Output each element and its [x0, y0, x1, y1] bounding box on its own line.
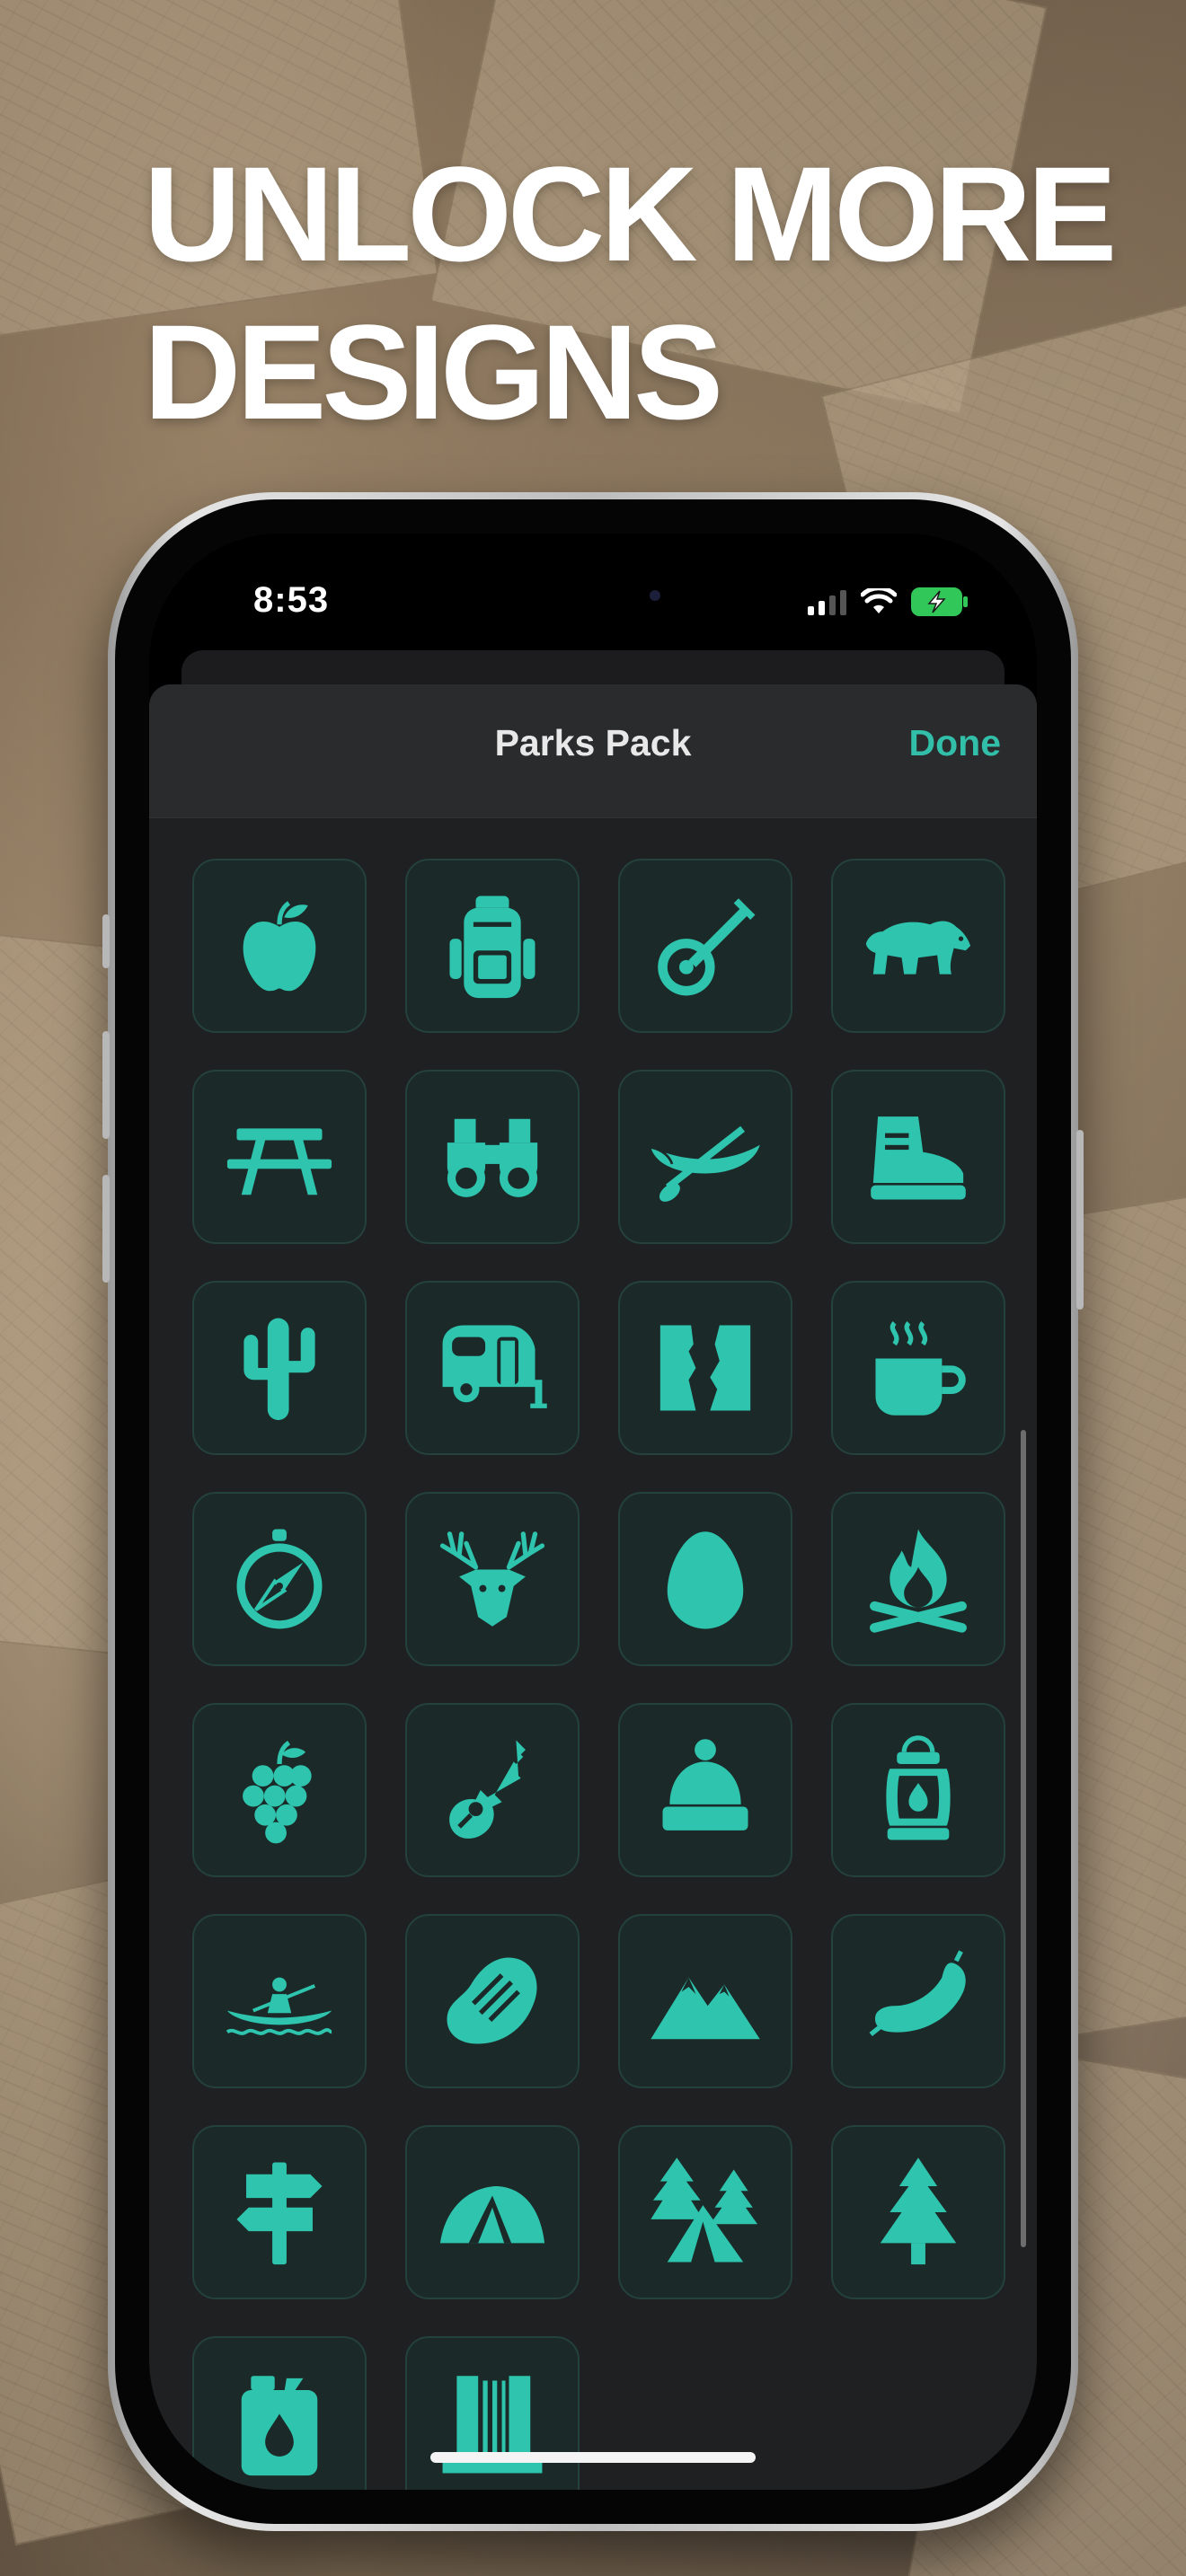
binoculars-icon	[447, 1118, 538, 1197]
lantern-icon	[886, 1735, 951, 1840]
icon-tile-grapes[interactable]	[192, 1703, 367, 1877]
wifi-icon	[861, 588, 897, 613]
egg-icon	[667, 1531, 744, 1629]
icon-tile-fuel-can[interactable]	[192, 2336, 367, 2490]
cellular-signal-icon	[808, 588, 846, 615]
picnic-table-icon	[226, 1128, 332, 1195]
icon-grid	[192, 859, 1006, 2490]
icon-tile-cactus[interactable]	[192, 1281, 367, 1455]
icon-tile-canyon[interactable]	[618, 1281, 792, 1455]
cactus-icon	[243, 1318, 315, 1421]
campfire-icon	[870, 1529, 967, 1633]
icon-tile-guitar[interactable]	[405, 1703, 580, 1877]
dynamic-island	[472, 560, 714, 631]
compass-icon	[236, 1529, 323, 1629]
done-button[interactable]: Done	[909, 722, 1002, 764]
icon-tile-steak[interactable]	[405, 1914, 580, 2088]
signpost-icon	[236, 2162, 323, 2265]
camper-trailer-icon	[442, 1325, 547, 1408]
canoe-icon	[650, 1125, 760, 1202]
sausage-icon	[869, 1950, 966, 2037]
icon-tile-waterfall[interactable]	[405, 2336, 580, 2490]
icon-tile-banjo[interactable]	[618, 859, 792, 1033]
backpack-icon	[449, 895, 535, 999]
icon-tile-beanie[interactable]	[618, 1703, 792, 1877]
grapes-icon	[243, 1741, 312, 1844]
icon-tile-lantern[interactable]	[831, 1703, 1005, 1877]
status-time: 8:53	[253, 580, 330, 620]
icon-tile-egg[interactable]	[618, 1492, 792, 1666]
icon-tile-forest-tent[interactable]	[618, 2125, 792, 2299]
icon-tile-coffee-mug[interactable]	[831, 1281, 1005, 1455]
icon-tile-camper-trailer[interactable]	[405, 1281, 580, 1455]
beanie-icon	[662, 1739, 748, 1831]
mountains-icon	[651, 1977, 760, 2040]
steak-icon	[447, 1957, 537, 2044]
icon-tile-kayak[interactable]	[192, 1914, 367, 2088]
icon-tile-picnic-table[interactable]	[192, 1070, 367, 1244]
waterfall-icon	[442, 2376, 543, 2474]
status-icons	[808, 586, 969, 618]
icon-tile-pine-tree[interactable]	[831, 2125, 1005, 2299]
headline-line-1: UNLOCK MORE	[144, 138, 1117, 289]
dome-tent-icon	[439, 2185, 545, 2244]
hiking-boot-icon	[871, 1116, 966, 1200]
fuel-can-icon	[241, 2376, 318, 2476]
apple-icon	[243, 901, 316, 992]
icon-tile-bear[interactable]	[831, 859, 1005, 1033]
icon-tile-mountains[interactable]	[618, 1914, 792, 2088]
banjo-icon	[658, 898, 756, 996]
icon-tile-backpack[interactable]	[405, 859, 580, 1033]
phone-frame: 8:53 Parks Pack Done	[102, 492, 1084, 2531]
icon-tile-binoculars[interactable]	[405, 1070, 580, 1244]
sheet-title: Parks Pack	[494, 722, 692, 763]
icon-tile-compass[interactable]	[192, 1492, 367, 1666]
icon-tile-hiking-boot[interactable]	[831, 1070, 1005, 1244]
deer-icon	[439, 1531, 545, 1627]
coffee-mug-icon	[875, 1320, 966, 1416]
pine-tree-icon	[880, 2157, 957, 2265]
kayak-icon	[226, 1977, 332, 2035]
icon-tile-campfire[interactable]	[831, 1492, 1005, 1666]
guitar-icon	[449, 1740, 526, 1839]
headline-line-2: DESIGNS	[144, 296, 723, 447]
icon-tile-apple[interactable]	[192, 859, 367, 1033]
icon-tile-dome-tent[interactable]	[405, 2125, 580, 2299]
icon-tile-sausage[interactable]	[831, 1914, 1005, 2088]
canyon-icon	[659, 1325, 751, 1411]
icon-tile-signpost[interactable]	[192, 2125, 367, 2299]
icon-pack-sheet: Parks Pack Done	[149, 684, 1037, 2490]
bear-icon	[865, 921, 971, 975]
sheet-nav-bar: Parks Pack Done	[149, 684, 1037, 818]
icon-tile-deer[interactable]	[405, 1492, 580, 1666]
phone-screen: 8:53 Parks Pack Done	[149, 534, 1037, 2490]
forest-tent-icon	[651, 2157, 758, 2263]
promo-headline: UNLOCK MORE DESIGNS	[144, 135, 1117, 451]
battery-charging-icon	[911, 587, 968, 616]
scrollbar[interactable]	[1021, 1430, 1026, 2247]
home-indicator[interactable]	[430, 2452, 756, 2463]
icon-tile-canoe[interactable]	[618, 1070, 792, 1244]
